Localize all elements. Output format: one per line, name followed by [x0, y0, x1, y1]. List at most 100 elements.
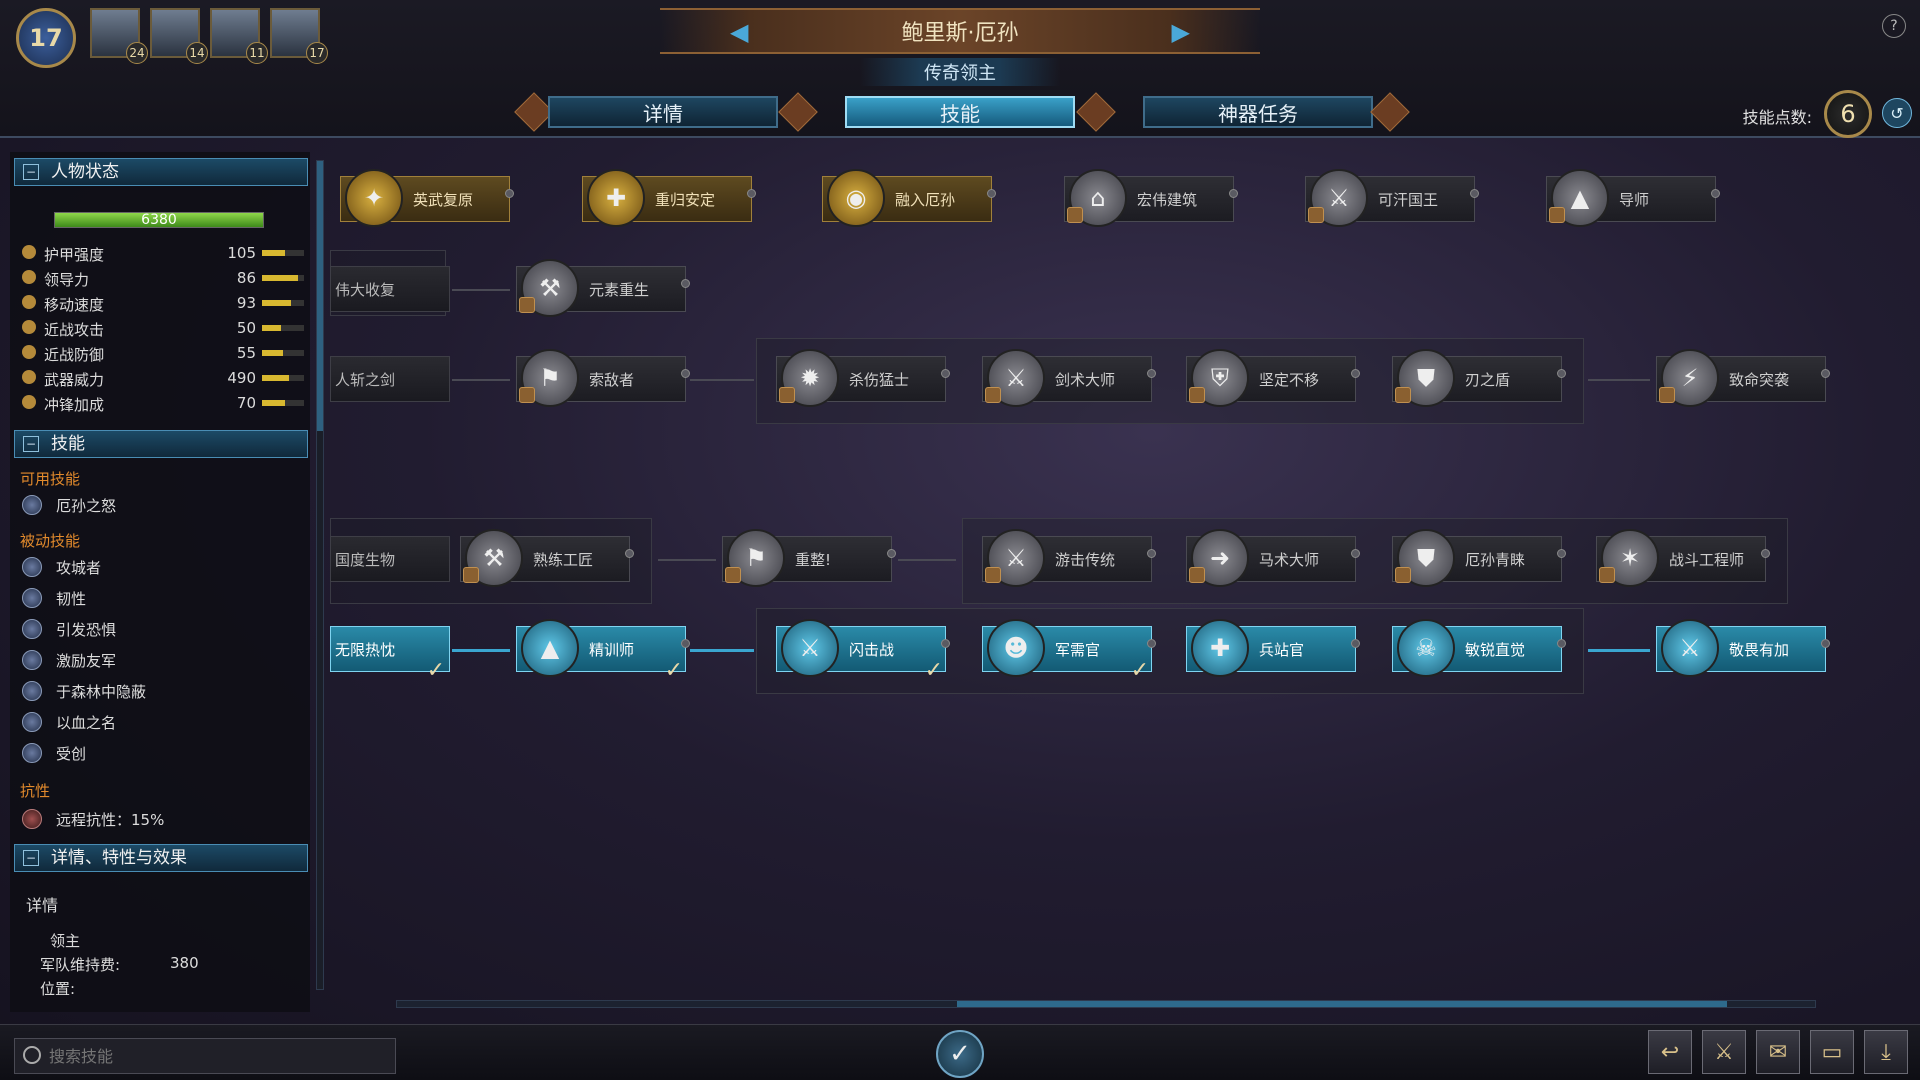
skill-node[interactable]: ⚔ 敬畏有加: [1656, 619, 1830, 677]
passive-ability-item[interactable]: 激励友军: [22, 647, 302, 673]
skill-rank-pip: [1557, 639, 1566, 648]
reset-skills-icon[interactable]: ↺: [1882, 98, 1912, 128]
stat-row[interactable]: 移动速度 93: [18, 292, 308, 314]
stat-row[interactable]: 护甲强度 105: [18, 242, 308, 264]
skill-node[interactable]: ✚ 兵站官: [1186, 619, 1360, 677]
stat-row[interactable]: 武器威力 490: [18, 367, 308, 389]
tree-horizontal-scrollbar[interactable]: [396, 1000, 1816, 1008]
passive-ability-item[interactable]: 于森林中隐蔽: [22, 678, 302, 704]
skill-node[interactable]: ⚔ 闪击战 ✓: [776, 619, 950, 683]
skill-node[interactable]: ◉ 融入厄孙: [822, 169, 996, 227]
army-icon[interactable]: ⚔: [1702, 1030, 1746, 1074]
stat-label: 移动速度: [44, 296, 105, 314]
skill-label: 国度生物: [335, 550, 396, 569]
prev-lord-icon[interactable]: ◀: [730, 18, 748, 46]
skill-label: 厄孙青睐: [1465, 550, 1526, 569]
skill-node[interactable]: ⌂ 宏伟建筑: [1064, 169, 1238, 227]
passive-ability-item[interactable]: 受创: [22, 740, 302, 766]
skill-rank-pip: [1821, 369, 1830, 378]
passive-ability-item[interactable]: 以血之名: [22, 709, 302, 735]
skill-search[interactable]: [14, 1038, 396, 1074]
skill-node[interactable]: ☻ 军需官 ✓: [982, 619, 1156, 683]
skill-node[interactable]: ✶ 战斗工程师: [1596, 529, 1770, 587]
skill-node[interactable]: ⚒ 熟练工匠: [460, 529, 634, 587]
skill-node[interactable]: ➜ 马术大师: [1186, 529, 1360, 587]
skill-node-partial[interactable]: 无限热忱 ✓: [330, 626, 450, 683]
tab-details[interactable]: 详情: [548, 96, 778, 128]
section-details-traits[interactable]: − 详情、特性与效果: [14, 844, 308, 872]
ability-icon: [22, 619, 42, 639]
panel-icon[interactable]: ▭: [1810, 1030, 1854, 1074]
lock-icon: [779, 387, 795, 403]
skill-label: 宏伟建筑: [1137, 190, 1198, 209]
ability-icon: [22, 743, 42, 763]
passive-ability-item[interactable]: 攻城者: [22, 554, 302, 580]
skill-node[interactable]: ⚑ 重整!: [722, 529, 896, 587]
portrait-level: 11: [246, 42, 268, 64]
skill-label: 游击传统: [1055, 550, 1116, 569]
stat-row[interactable]: 近战防御 55: [18, 342, 308, 364]
left-scrollbar[interactable]: [316, 160, 324, 990]
skill-rank-pip: [941, 639, 950, 648]
missile-resist-icon: [22, 809, 42, 829]
portrait-1[interactable]: 24: [90, 8, 148, 64]
skill-node[interactable]: ⚒ 元素重生: [516, 259, 690, 317]
skill-node-partial[interactable]: 伟大收复: [330, 266, 450, 312]
skill-node-partial[interactable]: 国度生物: [330, 536, 450, 582]
stat-bar: [262, 350, 304, 356]
lock-icon: [519, 297, 535, 313]
back-icon[interactable]: ↩: [1648, 1030, 1692, 1074]
skill-node[interactable]: ⛊ 刃之盾: [1392, 349, 1566, 407]
skill-node[interactable]: ⛨ 坚定不移: [1186, 349, 1360, 407]
check-icon: ✓: [1130, 658, 1149, 683]
stat-value: 70: [236, 394, 256, 412]
skill-label: 导师: [1619, 190, 1650, 209]
search-input[interactable]: [49, 1043, 389, 1069]
confirm-button[interactable]: ✓: [936, 1030, 984, 1078]
skill-node[interactable]: ▲ 精训师 ✓: [516, 619, 690, 683]
skill-node[interactable]: ▲ 导师: [1546, 169, 1720, 227]
skill-rank-pip: [1821, 639, 1830, 648]
portrait-4[interactable]: 17: [270, 8, 328, 64]
skill-connector: [452, 649, 510, 652]
skill-node[interactable]: ⚔ 游击传统: [982, 529, 1156, 587]
skill-rank-pip: [987, 189, 996, 198]
skill-node[interactable]: ✚ 重归安定: [582, 169, 756, 227]
skill-node-partial[interactable]: 人斩之剑: [330, 356, 450, 402]
ability-label: 激励友军: [56, 652, 117, 670]
collapse-icon[interactable]: −: [23, 436, 39, 452]
passive-ability-item[interactable]: 引发恐惧: [22, 616, 302, 642]
stat-row[interactable]: 冲锋加成 70: [18, 392, 308, 414]
stat-row[interactable]: 近战攻击 50: [18, 317, 308, 339]
stat-row[interactable]: 领导力 86: [18, 267, 308, 289]
collapse-icon[interactable]: −: [23, 850, 39, 866]
stat-label: 近战攻击: [44, 321, 105, 339]
section-character-status[interactable]: − 人物状态: [14, 158, 308, 186]
stat-bar: [262, 275, 304, 281]
skill-node[interactable]: ⚡ 致命突袭: [1656, 349, 1830, 407]
skill-node[interactable]: ⚔ 剑术大师: [982, 349, 1156, 407]
collapse-icon[interactable]: −: [23, 164, 39, 180]
next-lord-icon[interactable]: ▶: [1172, 18, 1190, 46]
tab-artifact-quests[interactable]: 神器任务: [1143, 96, 1373, 128]
skill-connector: [452, 379, 510, 381]
skill-node[interactable]: ⚑ 索敌者: [516, 349, 690, 407]
skill-node[interactable]: ✹ 杀伤猛士: [776, 349, 950, 407]
skill-node[interactable]: ✦ 英武复原: [340, 169, 514, 227]
ability-icon: [22, 588, 42, 608]
scroll-icon[interactable]: ✉: [1756, 1030, 1800, 1074]
help-icon[interactable]: ?: [1882, 14, 1906, 38]
skill-node[interactable]: ☠ 敏锐直觉: [1392, 619, 1566, 677]
portrait-3[interactable]: 11: [210, 8, 268, 64]
stat-icon: [22, 395, 36, 409]
skill-node[interactable]: ⚔ 可汗国王: [1305, 169, 1479, 227]
skill-node[interactable]: ⛊ 厄孙青睐: [1392, 529, 1566, 587]
section-abilities[interactable]: − 技能: [14, 430, 308, 458]
portrait-2[interactable]: 14: [150, 8, 208, 64]
ability-item[interactable]: 厄孙之怒: [22, 492, 302, 518]
passive-ability-item[interactable]: 韧性: [22, 585, 302, 611]
resistance-item[interactable]: 远程抗性：15%: [22, 806, 302, 832]
tab-skills[interactable]: 技能: [845, 96, 1075, 128]
download-icon[interactable]: ⤓: [1864, 1030, 1908, 1074]
stat-icon: [22, 270, 36, 284]
